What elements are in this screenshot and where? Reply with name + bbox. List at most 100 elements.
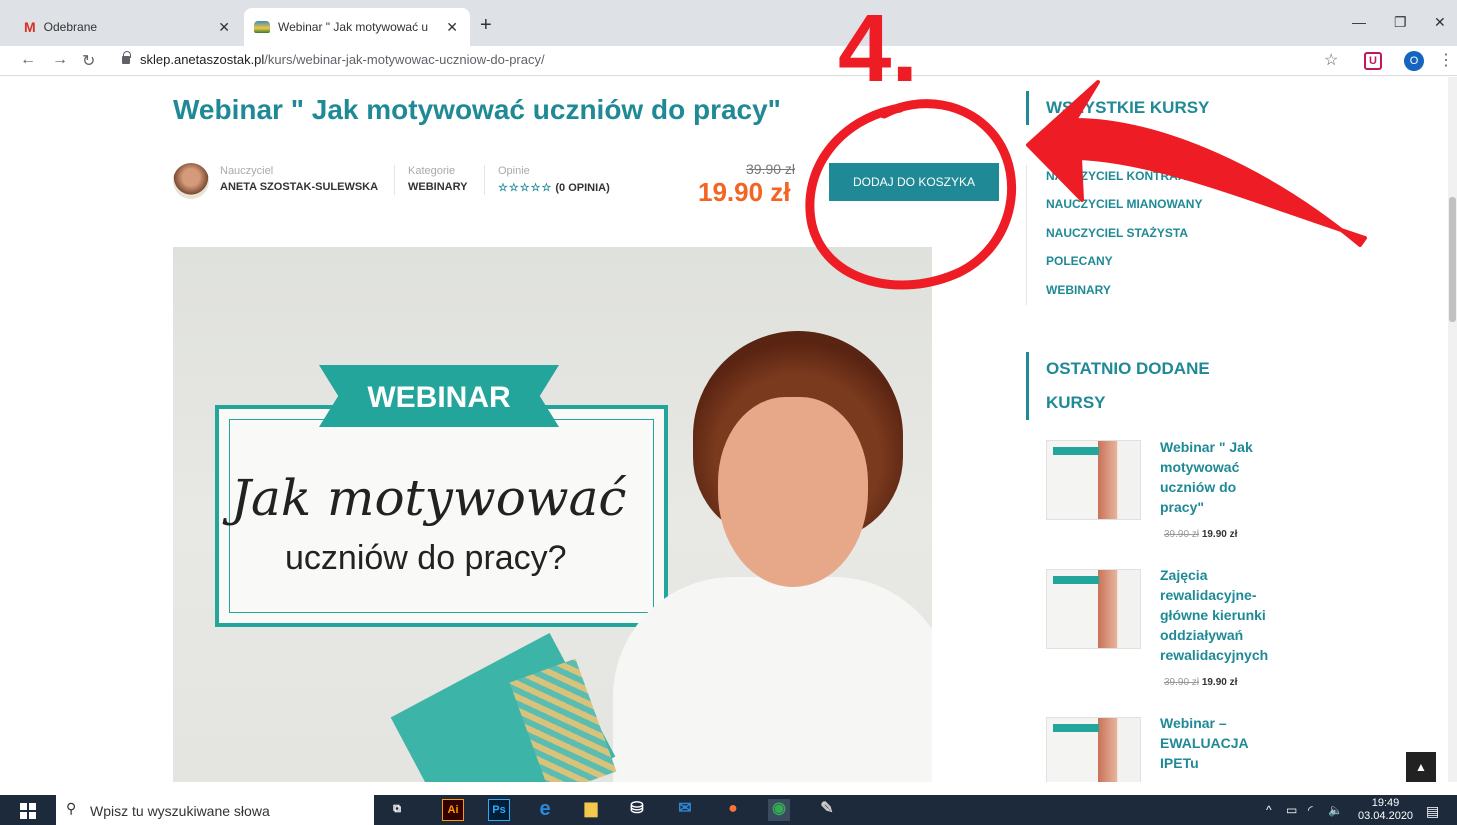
forward-arrow-icon[interactable]: → <box>52 51 68 69</box>
edge-icon[interactable]: e <box>534 799 556 821</box>
reviews-count: (0 OPINIA) <box>555 182 610 194</box>
clock-time: 19:49 <box>1371 797 1400 809</box>
reviews-meta: Opinie ☆☆☆☆☆ (0 OPINIA) <box>498 165 610 194</box>
url-field[interactable]: sklep.anetaszostak.pl/kurs/webinar-jak-m… <box>140 52 545 67</box>
taskbar-search-placeholder: Wpisz tu wyszukiwane słowa <box>90 803 270 819</box>
tab-gmail[interactable]: M Odebrane ✕ <box>10 8 242 46</box>
sidebar-link-kontraktowy[interactable]: NAUCZYCIEL KONTRAKTOWY <box>1046 169 1222 183</box>
hero-sub-line: uczniów do pracy? <box>285 539 567 577</box>
close-tab-icon[interactable]: ✕ <box>218 19 230 36</box>
tab-title: Webinar " Jak motywować ucznió <box>278 20 428 34</box>
new-tab-plus-icon[interactable]: + <box>480 14 492 37</box>
windows-taskbar: ⚲ Wpisz tu wyszukiwane słowa ⧉ Ai Ps e ▆… <box>0 795 1457 825</box>
volume-icon[interactable]: 🔈 <box>1328 803 1343 817</box>
notifications-icon[interactable]: ▤ <box>1426 803 1439 820</box>
recent-new-price: 19.90 zł <box>1201 529 1238 540</box>
bookmark-star-icon[interactable]: ☆ <box>1324 50 1338 70</box>
recent-course-price: 39.90 zł 19.90 zł <box>1164 677 1237 688</box>
search-icon: ⚲ <box>66 800 77 816</box>
close-tab-icon[interactable]: ✕ <box>446 19 458 36</box>
tray-chevron-icon[interactable]: ^ <box>1266 803 1272 817</box>
reload-icon[interactable]: ↻ <box>82 51 95 71</box>
firefox-icon[interactable]: ● <box>722 799 744 821</box>
site-favicon-icon <box>254 21 270 33</box>
close-window-icon[interactable]: ✕ <box>1434 14 1446 31</box>
teacher-name[interactable]: ANETA SZOSTAK-SULEWSKA <box>220 181 378 193</box>
page-content: Webinar " Jak motywować uczniów do pracy… <box>0 77 1448 782</box>
reviews-value: ☆☆☆☆☆ (0 OPINIA) <box>498 181 610 194</box>
tab-webinar[interactable]: Webinar " Jak motywować ucznió ✕ <box>244 8 470 46</box>
taskbar-search-box[interactable]: ⚲ Wpisz tu wyszukiwane słowa <box>56 795 374 825</box>
category-meta: Kategorie WEBINARY <box>408 165 467 193</box>
paint-icon[interactable]: ✎ <box>816 799 838 821</box>
recent-heading-line2: KURSY <box>1046 393 1106 412</box>
hero-ribbon-text: WEBINAR <box>367 381 511 414</box>
categories-heading: WSZYSTKIE KURSY <box>1026 91 1209 125</box>
profile-avatar[interactable]: O <box>1404 51 1424 71</box>
mail-icon[interactable]: ✉ <box>674 799 696 821</box>
course-hero-image: WEBINAR Jak motywować uczniów do pracy? <box>173 247 932 782</box>
store-icon[interactable]: ⛁ <box>626 799 648 821</box>
taskbar-clock[interactable]: 19:49 03.04.2020 <box>1358 797 1413 823</box>
old-price: 39.90 zł <box>746 161 796 177</box>
reviews-label: Opinie <box>498 165 530 177</box>
teacher-avatar <box>173 163 209 199</box>
categories-divider <box>1026 165 1027 305</box>
portrait-shirt <box>613 577 932 782</box>
minimize-icon[interactable]: — <box>1352 14 1366 30</box>
gmail-icon: M <box>24 19 36 35</box>
sidebar: WSZYSTKIE KURSY NAUCZYCIEL KONTRAKTOWY N… <box>1026 77 1286 782</box>
recent-course-thumbnail[interactable] <box>1046 569 1141 649</box>
windows-start-icon[interactable] <box>20 803 36 819</box>
chrome-icon[interactable]: ◉ <box>768 799 790 821</box>
recent-old-price: 39.90 zł <box>1164 529 1200 540</box>
recent-heading-line1: OSTATNIO DODANE <box>1046 359 1210 378</box>
sidebar-link-polecany[interactable]: POLECANY <box>1046 254 1113 268</box>
tab-title: Odebrane <box>43 20 98 34</box>
url-host: sklep.anetaszostak.pl <box>140 52 265 67</box>
new-price: 19.90 zł <box>698 177 791 207</box>
wifi-icon[interactable]: ◜ <box>1308 803 1313 817</box>
battery-icon[interactable]: ▭ <box>1286 803 1297 817</box>
illustrator-icon[interactable]: Ai <box>442 799 464 821</box>
recent-course-title[interactable]: Webinar " Jak motywować uczniów do pracy… <box>1160 437 1270 517</box>
address-toolbar: ← → ↻ sklep.anetaszostak.pl/kurs/webinar… <box>0 46 1457 76</box>
category-value[interactable]: WEBINARY <box>408 181 467 193</box>
sidebar-link-stazysta[interactable]: NAUCZYCIEL STAŻYSTA <box>1046 226 1188 240</box>
add-to-cart-button[interactable]: DODAJ DO KOSZYKA <box>829 163 999 201</box>
recent-course-title[interactable]: Webinar – EWALUACJA IPETu <box>1160 713 1270 773</box>
recent-old-price: 39.90 zł <box>1164 677 1200 688</box>
recent-course-thumbnail[interactable] <box>1046 440 1141 520</box>
maximize-icon[interactable]: ❐ <box>1394 14 1407 31</box>
task-view-icon[interactable]: ⧉ <box>386 799 408 821</box>
url-path: /kurs/webinar-jak-motywowac-uczniow-do-p… <box>264 52 545 67</box>
browser-tab-strip: M Odebrane ✕ Webinar " Jak motywować ucz… <box>0 0 1457 46</box>
recent-course-title[interactable]: Zajęcia rewalidacyjne- główne kierunki o… <box>1160 565 1270 665</box>
teacher-meta: Nauczyciel ANETA SZOSTAK-SULEWSKA <box>220 165 378 193</box>
pocket-extension-icon[interactable]: U <box>1364 52 1382 70</box>
annotation-step-number: 4. <box>838 0 919 102</box>
back-arrow-icon[interactable]: ← <box>20 51 36 69</box>
clock-date: 03.04.2020 <box>1358 810 1414 822</box>
scrollbar-thumb[interactable] <box>1449 197 1456 322</box>
browser-menu-icon[interactable]: ⋮ <box>1438 50 1454 70</box>
file-explorer-icon[interactable]: ▆ <box>580 799 602 821</box>
photoshop-icon[interactable]: Ps <box>488 799 510 821</box>
recent-course-thumbnail[interactable] <box>1046 717 1141 782</box>
recent-new-price: 19.90 zł <box>1201 677 1238 688</box>
course-title: Webinar " Jak motywować uczniów do pracy… <box>173 94 781 125</box>
portrait-face <box>718 397 868 587</box>
hero-script-line: Jak motywować <box>231 469 627 527</box>
recent-heading: OSTATNIO DODANE KURSY <box>1026 352 1210 420</box>
rating-stars-icon: ☆☆☆☆☆ <box>498 182 553 194</box>
lock-icon <box>122 51 131 64</box>
sidebar-link-mianowany[interactable]: NAUCZYCIEL MIANOWANY <box>1046 197 1202 211</box>
meta-divider <box>484 165 485 195</box>
back-to-top-button[interactable]: ▲ <box>1406 752 1436 782</box>
teacher-label: Nauczyciel <box>220 165 274 177</box>
page-scrollbar[interactable] <box>1448 77 1457 782</box>
recent-course-price: 39.90 zł 19.90 zł <box>1164 529 1237 540</box>
category-label: Kategorie <box>408 165 456 177</box>
sidebar-link-webinary[interactable]: WEBINARY <box>1046 283 1111 297</box>
meta-divider <box>394 165 395 195</box>
